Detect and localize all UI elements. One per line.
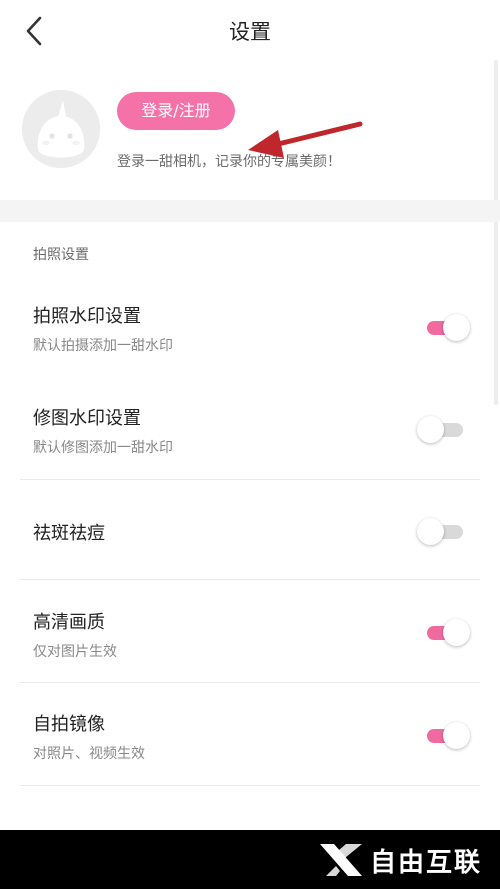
watermark-brand: 自由互联 — [318, 842, 482, 878]
setting-title: 拍照水印设置 — [33, 306, 141, 327]
setting-title: 自拍镜像 — [33, 714, 105, 735]
toggle-knob — [443, 722, 470, 749]
section-divider — [0, 200, 500, 222]
selfie-mirror-toggle[interactable] — [417, 720, 471, 750]
setting-row-edit-watermark[interactable]: 修图水印设置 默认修图添加一甜水印 — [0, 378, 500, 480]
setting-title: 祛斑祛痘 — [33, 523, 105, 544]
setting-title: 修图水印设置 — [33, 408, 141, 429]
setting-row-photo-watermark[interactable]: 拍照水印设置 默认拍摄添加一甜水印 — [0, 286, 500, 378]
section-title: 拍照设置 — [33, 247, 89, 263]
setting-row-hd-quality[interactable]: 高清画质 仅对图片生效 — [0, 580, 500, 683]
hd-quality-toggle[interactable] — [417, 617, 471, 647]
login-register-button[interactable]: 登录/注册 — [117, 92, 235, 130]
page-title: 设置 — [229, 20, 271, 44]
x-logo-icon — [319, 844, 362, 876]
setting-row-selfie-mirror[interactable]: 自拍镜像 对照片、视频生效 — [0, 684, 500, 786]
setting-subtitle: 默认拍摄添加一甜水印 — [33, 338, 173, 354]
setting-subtitle: 默认修图添加一甜水印 — [33, 440, 173, 456]
annotation-arrow-icon — [248, 121, 363, 158]
row-divider — [20, 682, 480, 683]
setting-row-blemish[interactable]: 祛斑祛痘 — [0, 481, 500, 580]
setting-subtitle: 仅对图片生效 — [33, 644, 117, 660]
toggle-knob — [443, 314, 470, 341]
header-bar: 设置 — [0, 0, 500, 62]
unicorn-avatar-icon — [22, 90, 100, 168]
avatar[interactable] — [22, 90, 100, 168]
watermark-bar: 自由互联 — [0, 830, 500, 889]
settings-screen: 设置 登录/注册 登录一甜相机，记录你的专属美颜！ 拍照设置 拍照水印设置 默认… — [0, 0, 500, 889]
setting-subtitle: 对照片、视频生效 — [33, 746, 145, 762]
setting-title: 高清画质 — [33, 612, 105, 633]
toggle-knob — [417, 518, 444, 545]
toggle-knob — [417, 416, 444, 443]
profile-section: 登录/注册 登录一甜相机，记录你的专属美颜！ — [0, 62, 500, 200]
row-divider — [20, 479, 480, 480]
edit-watermark-toggle[interactable] — [417, 414, 471, 444]
toggle-knob — [443, 619, 470, 646]
watermark-text: 自由互联 — [369, 847, 482, 878]
row-divider — [20, 785, 480, 786]
photo-watermark-toggle[interactable] — [417, 312, 471, 342]
blemish-toggle[interactable] — [417, 516, 471, 546]
